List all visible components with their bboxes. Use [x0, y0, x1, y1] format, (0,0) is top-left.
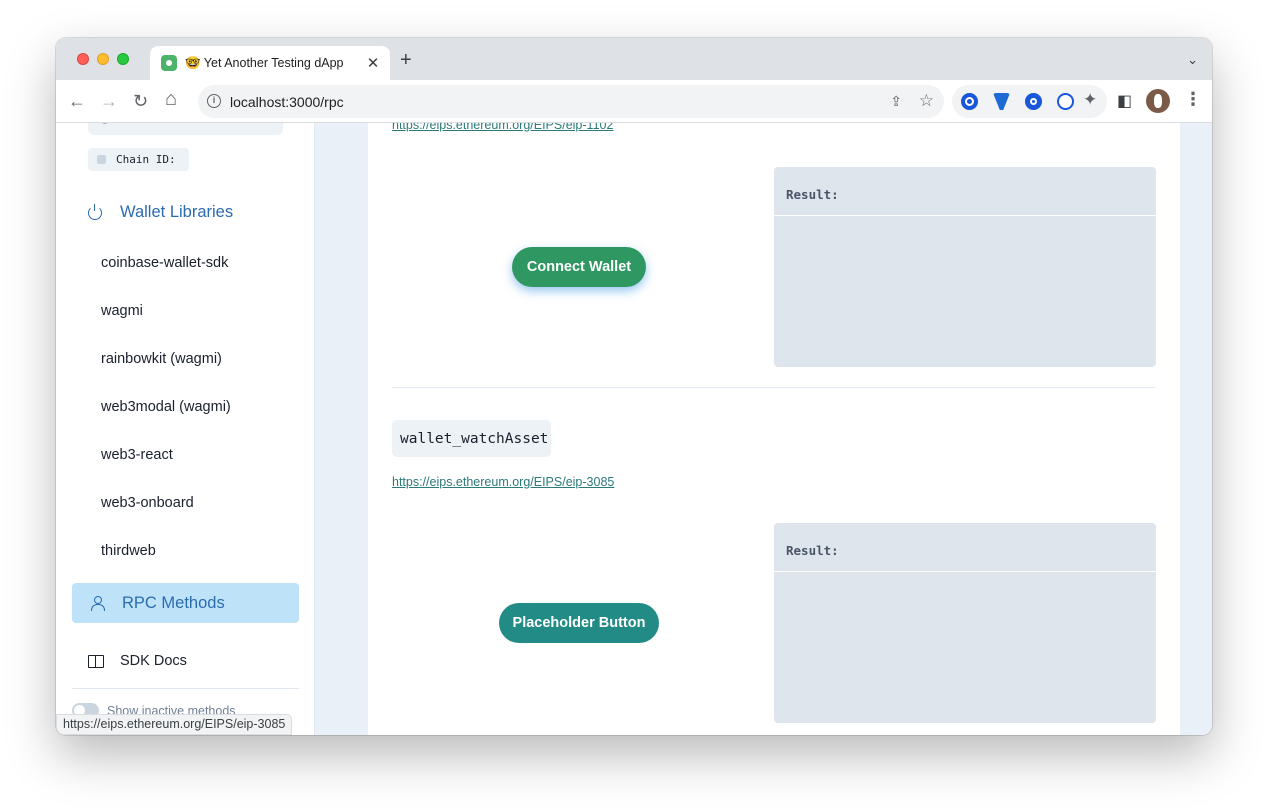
- address-bar[interactable]: i localhost:3000/rpc ⇪ ☆: [198, 85, 944, 118]
- rpc-methods-card: https://eips.ethereum.org/EIPS/eip-1102 …: [368, 123, 1180, 735]
- sidebar: Chain ID: Wallet Libraries coinbase-wall…: [56, 123, 315, 735]
- sidebar-item-label: SDK Docs: [120, 653, 187, 669]
- result-label: Result:: [774, 167, 1156, 216]
- extension-1-icon[interactable]: [961, 93, 978, 110]
- sidebar-section-wallet-libraries[interactable]: Wallet Libraries: [88, 203, 233, 222]
- eip-3085-link[interactable]: https://eips.ethereum.org/EIPS/eip-3085: [392, 475, 614, 489]
- tab-close-icon[interactable]: ✕: [362, 54, 384, 72]
- person-icon: [90, 596, 105, 611]
- bookmark-star-icon[interactable]: ☆: [919, 91, 934, 111]
- power-icon: [88, 203, 102, 220]
- sidebar-item-sdk-docs[interactable]: SDK Docs: [88, 653, 187, 669]
- chain-icon: [97, 155, 106, 164]
- browser-menu-icon[interactable]: ⋮: [1184, 89, 1202, 110]
- placeholder-button[interactable]: Placeholder Button: [499, 603, 659, 643]
- maximize-window-button[interactable]: [117, 53, 129, 65]
- tab-search-icon[interactable]: ⌄: [1187, 52, 1198, 68]
- section-title: Wallet Libraries: [120, 203, 234, 221]
- extension-3-icon[interactable]: [1025, 93, 1042, 110]
- new-tab-button[interactable]: +: [400, 50, 412, 70]
- browser-tab[interactable]: 🤓 Yet Another Testing dApp ✕: [150, 46, 390, 80]
- reload-icon[interactable]: ↻: [133, 90, 148, 112]
- minimize-window-button[interactable]: [97, 53, 109, 65]
- sidebar-item-web3modal[interactable]: web3modal (wagmi): [101, 399, 231, 415]
- browser-window: 🤓 Yet Another Testing dApp ✕ + ⌄ ← → ↻ ⌂…: [56, 38, 1212, 735]
- browser-toolbar: ← → ↻ ⌂ i localhost:3000/rpc ⇪ ☆ ✦ ◧ ⋮: [56, 80, 1212, 123]
- extensions-puzzle-icon[interactable]: ✦: [1083, 90, 1097, 110]
- sidebar-divider: [72, 688, 299, 689]
- back-icon[interactable]: ←: [68, 90, 86, 112]
- favicon-icon: [161, 55, 177, 71]
- sidebar-item-rpc-methods[interactable]: RPC Methods: [72, 583, 299, 623]
- extensions-group: ✦: [952, 85, 1107, 118]
- sidebar-item-coinbase-wallet-sdk[interactable]: coinbase-wallet-sdk: [101, 255, 228, 271]
- method-divider: [392, 387, 1156, 388]
- sidebar-item-thirdweb[interactable]: thirdweb: [101, 543, 156, 559]
- book-icon: [88, 654, 104, 668]
- sidebar-item-rainbowkit[interactable]: rainbowkit (wagmi): [101, 351, 222, 367]
- chain-id-label: Chain ID:: [116, 153, 176, 166]
- sidebar-item-label: RPC Methods: [122, 593, 225, 612]
- sidebar-item-web3-onboard[interactable]: web3-onboard: [101, 495, 194, 511]
- close-window-button[interactable]: [77, 53, 89, 65]
- address-url[interactable]: localhost:3000/rpc: [230, 94, 344, 110]
- side-panel-icon[interactable]: ◧: [1117, 91, 1132, 111]
- account-chip: [88, 123, 283, 135]
- result-panel: Result:: [774, 167, 1156, 367]
- tab-title: 🤓 Yet Another Testing dApp: [185, 55, 344, 70]
- page-content: Chain ID: Wallet Libraries coinbase-wall…: [56, 123, 1212, 735]
- profile-avatar[interactable]: [1146, 89, 1170, 113]
- share-icon[interactable]: ⇪: [890, 93, 902, 110]
- forward-icon[interactable]: →: [100, 90, 118, 112]
- site-info-icon[interactable]: i: [207, 94, 221, 108]
- status-bar-url: https://eips.ethereum.org/EIPS/eip-3085: [56, 714, 293, 735]
- method-name: wallet_watchAsset: [400, 430, 549, 447]
- connect-wallet-button[interactable]: Connect Wallet: [512, 247, 646, 287]
- tab-strip: 🤓 Yet Another Testing dApp ✕ + ⌄: [56, 38, 1212, 80]
- sidebar-item-wagmi[interactable]: wagmi: [101, 303, 143, 319]
- extension-2-icon[interactable]: [993, 93, 1010, 110]
- chain-id-chip: Chain ID:: [88, 148, 189, 171]
- extension-4-icon[interactable]: [1057, 93, 1074, 110]
- result-panel: Result:: [774, 523, 1156, 723]
- sidebar-item-web3-react[interactable]: web3-react: [101, 447, 173, 463]
- eip-1102-link[interactable]: https://eips.ethereum.org/EIPS/eip-1102: [392, 123, 613, 132]
- home-icon[interactable]: ⌂: [165, 88, 177, 110]
- method-name-chip: wallet_watchAsset: [392, 420, 551, 457]
- result-label: Result:: [774, 523, 1156, 572]
